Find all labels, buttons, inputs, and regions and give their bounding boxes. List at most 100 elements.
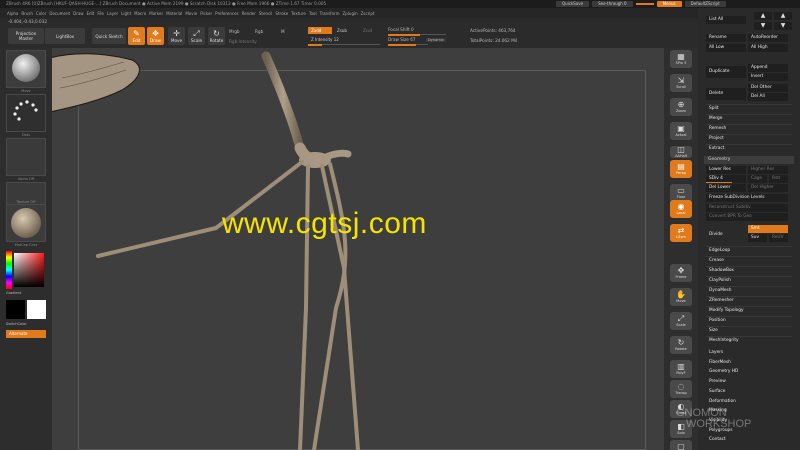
move-button[interactable]: ✛ Move — [168, 27, 185, 45]
menu-edit[interactable]: Edit — [87, 11, 95, 16]
scale-button[interactable]: ⤢ Scale — [188, 27, 205, 45]
shelf-move-button[interactable]: ✋ Move — [670, 288, 692, 306]
menu-marker[interactable]: Marker — [149, 11, 163, 16]
stroke-thumbnail[interactable] — [6, 94, 46, 132]
smt-toggle[interactable]: Smt — [748, 225, 788, 233]
zadd-toggle[interactable]: Zadd — [308, 27, 332, 34]
alpha-thumbnail[interactable] — [6, 138, 46, 176]
material-thumbnail[interactable] — [6, 204, 46, 242]
rotate-button[interactable]: ↻ Rotate — [208, 27, 225, 45]
del-higher-button[interactable]: Del Higher — [748, 184, 788, 192]
delete-button[interactable]: Delete — [706, 88, 746, 100]
reconstruct-subdiv-button[interactable]: Reconstruct Subdiv — [706, 204, 788, 212]
shelf-actual-button[interactable]: ▣ Actual — [670, 122, 692, 140]
geometry-dynamesh[interactable]: DynaMesh — [706, 286, 792, 294]
subpalette-fibermesh[interactable]: FiberMesh — [706, 359, 792, 367]
menu-color[interactable]: Color — [36, 11, 46, 16]
see-through-slider[interactable]: See-through 0 — [592, 1, 633, 7]
shelf-aahalf-button[interactable]: ◫ AAHalf — [670, 146, 692, 158]
append-button[interactable]: Append — [748, 64, 788, 72]
insert-button[interactable]: Insert — [748, 73, 788, 81]
geometry-zremesher[interactable]: ZRemesher — [706, 296, 792, 304]
shelf-zoom-button[interactable]: ⊕ Zoom — [670, 98, 692, 116]
reuv-button[interactable]: ReUV — [769, 234, 788, 242]
shelf-persp-button[interactable]: ▤ Persp — [670, 160, 692, 178]
subpalette-layers[interactable]: Layers — [706, 349, 792, 357]
default-zscript-button[interactable]: DefaultZScript — [684, 1, 726, 7]
geometry-edgeloop[interactable]: EdgeLoop — [706, 246, 792, 254]
all-low-button[interactable]: All Low — [706, 44, 746, 52]
menu-preferences[interactable]: Preferences — [215, 11, 239, 16]
projection-master-button[interactable]: Projection Master — [8, 28, 44, 44]
menu-file[interactable]: File — [97, 11, 104, 16]
divide-button[interactable]: Divide — [706, 228, 746, 242]
brush-thumbnail[interactable] — [6, 50, 46, 88]
subtool-up-double-button[interactable]: ▲ — [774, 12, 792, 20]
menu-movie[interactable]: Movie — [185, 11, 197, 16]
menu-tool[interactable]: Tool — [309, 11, 317, 16]
quicksave-button[interactable]: QuickSave — [556, 1, 590, 7]
focal-shift-slider[interactable]: Focal Shift 0 — [388, 27, 414, 32]
m-toggle[interactable]: M — [281, 29, 285, 34]
merge-subpalette[interactable]: Merge — [706, 114, 792, 122]
subtool-down-button[interactable]: ▼ — [754, 22, 772, 30]
subpalette-contact[interactable]: Contact — [706, 436, 792, 444]
shelf-spix-3-button[interactable]: ▦ SPix 3 — [670, 50, 692, 68]
menu-draw[interactable]: Draw — [73, 11, 83, 16]
split-subpalette[interactable]: Split — [706, 104, 792, 112]
mrgb-toggle[interactable]: Mrgb — [229, 29, 240, 34]
shelf-rotate-button[interactable]: ↻ Rotate — [670, 336, 692, 354]
menu-brush[interactable]: Brush — [21, 11, 33, 16]
shelf-transp-button[interactable]: ◌ Transp — [670, 380, 692, 398]
subtool-up-button[interactable]: ▲ — [754, 12, 772, 20]
cage-button[interactable]: Cage — [748, 175, 767, 183]
zsub-toggle[interactable]: Zsub — [334, 27, 358, 34]
z-intensity-slider[interactable]: Z Intensity 12 — [308, 36, 380, 43]
geometry-modify-topology[interactable]: Modify Topology — [706, 306, 792, 314]
shelf-local-button[interactable]: ◉ Local — [670, 200, 692, 218]
geometry-meshintegrity[interactable]: MeshIntegrity — [706, 336, 792, 344]
menu-stroke[interactable]: Stroke — [275, 11, 288, 16]
menu-texture[interactable]: Texture — [291, 11, 306, 16]
geometry-crease[interactable]: Crease — [706, 256, 792, 264]
subtool-down-double-button[interactable]: ▼ — [774, 22, 792, 30]
switch-color-button[interactable]: SwitchColor — [6, 322, 46, 326]
shelf-lsym-button[interactable]: ⇄ LSym — [670, 224, 692, 242]
auto-reorder-button[interactable]: AutoReorder — [748, 34, 788, 42]
geometry-position[interactable]: Position — [706, 316, 792, 324]
alternate-button[interactable]: Alternate — [6, 330, 46, 338]
color-picker[interactable] — [6, 251, 46, 289]
menu-zscript[interactable]: Zscript — [361, 11, 375, 16]
duplicate-button[interactable]: Duplicate — [706, 66, 746, 78]
menu-render[interactable]: Render — [242, 11, 256, 16]
geometry-header[interactable]: Geometry — [704, 156, 794, 164]
menu-document[interactable]: Document — [49, 11, 70, 16]
canvas-viewport[interactable] — [52, 48, 664, 450]
menu-macro[interactable]: Macro — [134, 11, 146, 16]
menu-stencil[interactable]: Stencil — [259, 11, 273, 16]
rgb-toggle[interactable]: Rgb — [255, 29, 263, 34]
menu-alpha[interactable]: Alpha — [7, 11, 18, 16]
shelf-scroll-button[interactable]: ⇲ Scroll — [670, 74, 692, 92]
del-other-button[interactable]: Del Other — [748, 84, 788, 92]
shelf-xpose-button[interactable]: ▢Xpose — [670, 440, 692, 450]
menu-material[interactable]: Material — [166, 11, 182, 16]
del-all-button[interactable]: Del All — [748, 93, 788, 101]
draw-button[interactable]: ✥ Draw — [147, 27, 164, 45]
suv-toggle[interactable]: Suv — [748, 234, 767, 242]
list-all-button[interactable]: List All — [706, 16, 746, 24]
project-subpalette[interactable]: Project — [706, 134, 792, 142]
shelf-frame-button[interactable]: ✥ Frame — [670, 264, 692, 282]
menu-picker[interactable]: Picker — [200, 11, 212, 16]
higher-res-button[interactable]: Higher Res — [748, 166, 788, 174]
remesh-subpalette[interactable]: Remesh — [706, 124, 792, 132]
shelf-scale-button[interactable]: ⤢ Scale — [670, 312, 692, 330]
menu-transform[interactable]: Transform — [320, 11, 340, 16]
menu-layer[interactable]: Layer — [107, 11, 118, 16]
rename-button[interactable]: Rename — [706, 34, 746, 42]
subpalette-preview[interactable]: Preview — [706, 378, 792, 386]
zcut-toggle[interactable]: Zcut — [360, 27, 382, 34]
rstr-button[interactable]: Rstr — [769, 175, 788, 183]
del-lower-button[interactable]: Del Lower — [706, 184, 746, 192]
all-high-button[interactable]: All High — [748, 44, 788, 52]
